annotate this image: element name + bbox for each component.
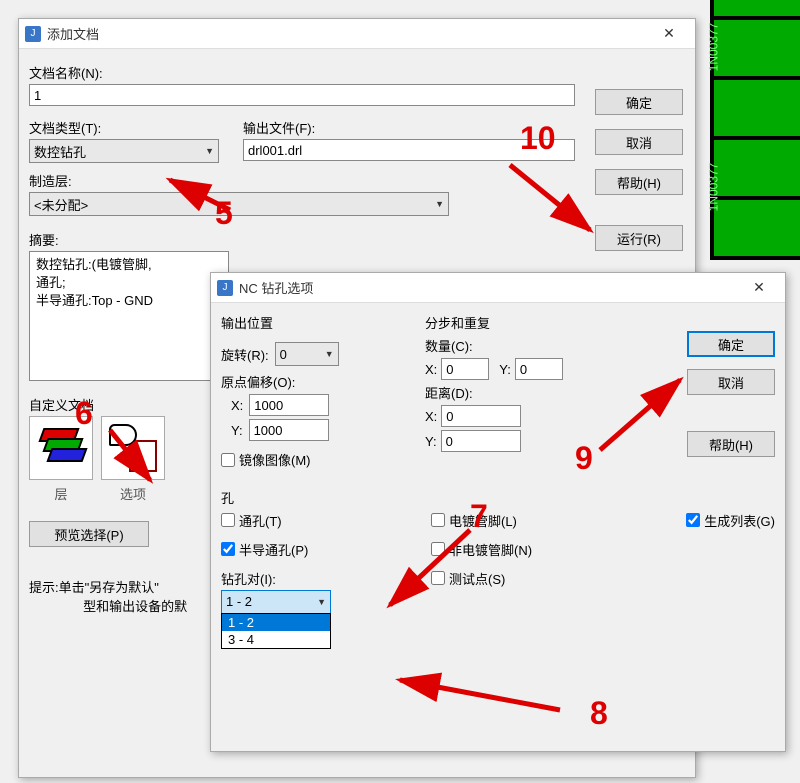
through-label: 通孔(T): [239, 511, 282, 530]
drill-pair-value: 1 - 2: [226, 594, 252, 609]
drill-pair-option[interactable]: 1 - 2: [222, 614, 330, 631]
count-label: 数量(C):: [425, 339, 473, 354]
partial-through-checkbox[interactable]: 半导通孔(P): [221, 540, 401, 559]
hole-group: 孔 通孔(T) 半导通孔(P) 钻孔对(I): 1 - 2: [221, 488, 775, 614]
testpoint-checkbox[interactable]: 测试点(S): [431, 569, 591, 588]
summary-label: 摘要:: [29, 230, 575, 249]
nonplated-checkbox[interactable]: 非电镀管脚(N): [431, 540, 591, 559]
output-position-group: 输出位置 旋转(R): 0 ▼ 原点偏移(O): X: Y:: [221, 313, 411, 470]
drill-pair-label: 钻孔对(I):: [221, 569, 401, 588]
rotate-label: 旋转(R):: [221, 345, 269, 364]
summary-line: 半导通孔:Top - GND: [36, 292, 222, 310]
output-file-label: 输出文件(F):: [243, 118, 575, 137]
pcb-background: [710, 0, 800, 260]
output-file-input[interactable]: [243, 139, 575, 161]
doc-name-label: 文档名称(N):: [29, 63, 575, 82]
hole-legend: 孔: [221, 488, 234, 507]
fab-layer-value: <未分配>: [34, 195, 88, 214]
doc-type-label: 文档类型(T):: [29, 118, 229, 137]
fab-layer-select[interactable]: <未分配> ▼: [29, 192, 449, 216]
rotate-select[interactable]: 0 ▼: [275, 342, 339, 366]
origin-y-input[interactable]: [249, 419, 329, 441]
y-label: Y:: [499, 362, 511, 377]
mirror-check-input[interactable]: [221, 453, 235, 467]
drill-pair-dropdown-list: 1 - 2 3 - 4: [221, 613, 331, 649]
doc-type-value: 数控钻孔: [34, 142, 86, 161]
options-icon: [109, 424, 157, 472]
dialog2-title: NC 钻孔选项: [239, 278, 739, 297]
output-position-legend: 输出位置: [221, 313, 273, 332]
chevron-down-icon: ▼: [325, 349, 334, 359]
close-icon[interactable]: ✕: [739, 274, 779, 302]
gen-list-check-input[interactable]: [686, 513, 700, 527]
pcb-text: 1N00377: [707, 23, 721, 72]
step-repeat-group: 分步和重复 数量(C): X: Y: 距离(D): X: Y:: [425, 313, 605, 455]
cancel-button[interactable]: 取消: [595, 129, 683, 155]
through-check-input[interactable]: [221, 513, 235, 527]
doc-name-input[interactable]: [29, 84, 575, 106]
app-icon: J: [25, 26, 41, 42]
drill-pair-option[interactable]: 3 - 4: [222, 631, 330, 648]
summary-line: 数控钻孔:(电镀管脚,: [36, 256, 222, 274]
gen-list-label: 生成列表(G): [704, 511, 775, 530]
ok-button[interactable]: 确定: [595, 89, 683, 115]
x-label: X:: [425, 409, 437, 424]
count-x-input[interactable]: [441, 358, 489, 380]
mirror-checkbox[interactable]: 镜像图像(M): [221, 450, 311, 469]
cancel-button[interactable]: 取消: [687, 369, 775, 395]
chevron-down-icon: ▼: [317, 597, 326, 607]
count-y-input[interactable]: [515, 358, 563, 380]
options-button[interactable]: [101, 416, 165, 480]
app-icon: J: [217, 280, 233, 296]
nonplated-label: 非电镀管脚(N): [449, 540, 532, 559]
ok-button[interactable]: 确定: [687, 331, 775, 357]
dialog1-title: 添加文档: [47, 24, 649, 43]
dialog1-titlebar: J 添加文档 ✕: [19, 19, 695, 49]
origin-offset-label: 原点偏移(O):: [221, 375, 295, 390]
partial-through-check-input[interactable]: [221, 542, 235, 556]
x-label: X:: [425, 362, 437, 377]
plated-checkbox[interactable]: 电镀管脚(L): [431, 511, 591, 530]
summary-box[interactable]: 数控钻孔:(电镀管脚, 通孔; 半导通孔:Top - GND: [29, 251, 229, 381]
layers-icon: [37, 424, 85, 472]
x-label: X:: [231, 398, 243, 413]
plated-check-input[interactable]: [431, 513, 445, 527]
options-btn-label: 选项: [101, 484, 165, 503]
help-button[interactable]: 帮助(H): [687, 431, 775, 457]
fab-layer-label: 制造层:: [29, 171, 575, 190]
dist-y-input[interactable]: [441, 430, 521, 452]
y-label: Y:: [231, 423, 243, 438]
nc-drill-options-dialog: J NC 钻孔选项 ✕ 输出位置 旋转(R): 0 ▼ 原点偏移(O): X:: [210, 272, 786, 752]
testpoint-label: 测试点(S): [449, 569, 505, 588]
partial-through-label: 半导通孔(P): [239, 540, 308, 559]
drill-pair-select[interactable]: 1 - 2 ▼: [221, 590, 331, 614]
rotate-value: 0: [280, 347, 287, 362]
run-button[interactable]: 运行(R): [595, 225, 683, 251]
dialog2-titlebar: J NC 钻孔选项 ✕: [211, 273, 785, 303]
pcb-text-2: 1N00377: [707, 163, 721, 212]
chevron-down-icon: ▼: [205, 146, 214, 156]
layers-btn-label: 层: [29, 484, 93, 503]
preview-button[interactable]: 预览选择(P): [29, 521, 149, 547]
close-icon[interactable]: ✕: [649, 20, 689, 48]
step-repeat-legend: 分步和重复: [425, 313, 490, 332]
chevron-down-icon: ▼: [435, 199, 444, 209]
dist-x-input[interactable]: [441, 405, 521, 427]
nonplated-check-input[interactable]: [431, 542, 445, 556]
gen-list-checkbox[interactable]: 生成列表(G): [686, 511, 775, 530]
origin-x-input[interactable]: [249, 394, 329, 416]
y-label: Y:: [425, 434, 437, 449]
layers-button[interactable]: [29, 416, 93, 480]
help-button[interactable]: 帮助(H): [595, 169, 683, 195]
mirror-label: 镜像图像(M): [239, 450, 311, 469]
testpoint-check-input[interactable]: [431, 571, 445, 585]
distance-label: 距离(D):: [425, 386, 473, 401]
through-checkbox[interactable]: 通孔(T): [221, 511, 401, 530]
doc-type-select[interactable]: 数控钻孔 ▼: [29, 139, 219, 163]
summary-line: 通孔;: [36, 274, 222, 292]
plated-label: 电镀管脚(L): [449, 511, 517, 530]
